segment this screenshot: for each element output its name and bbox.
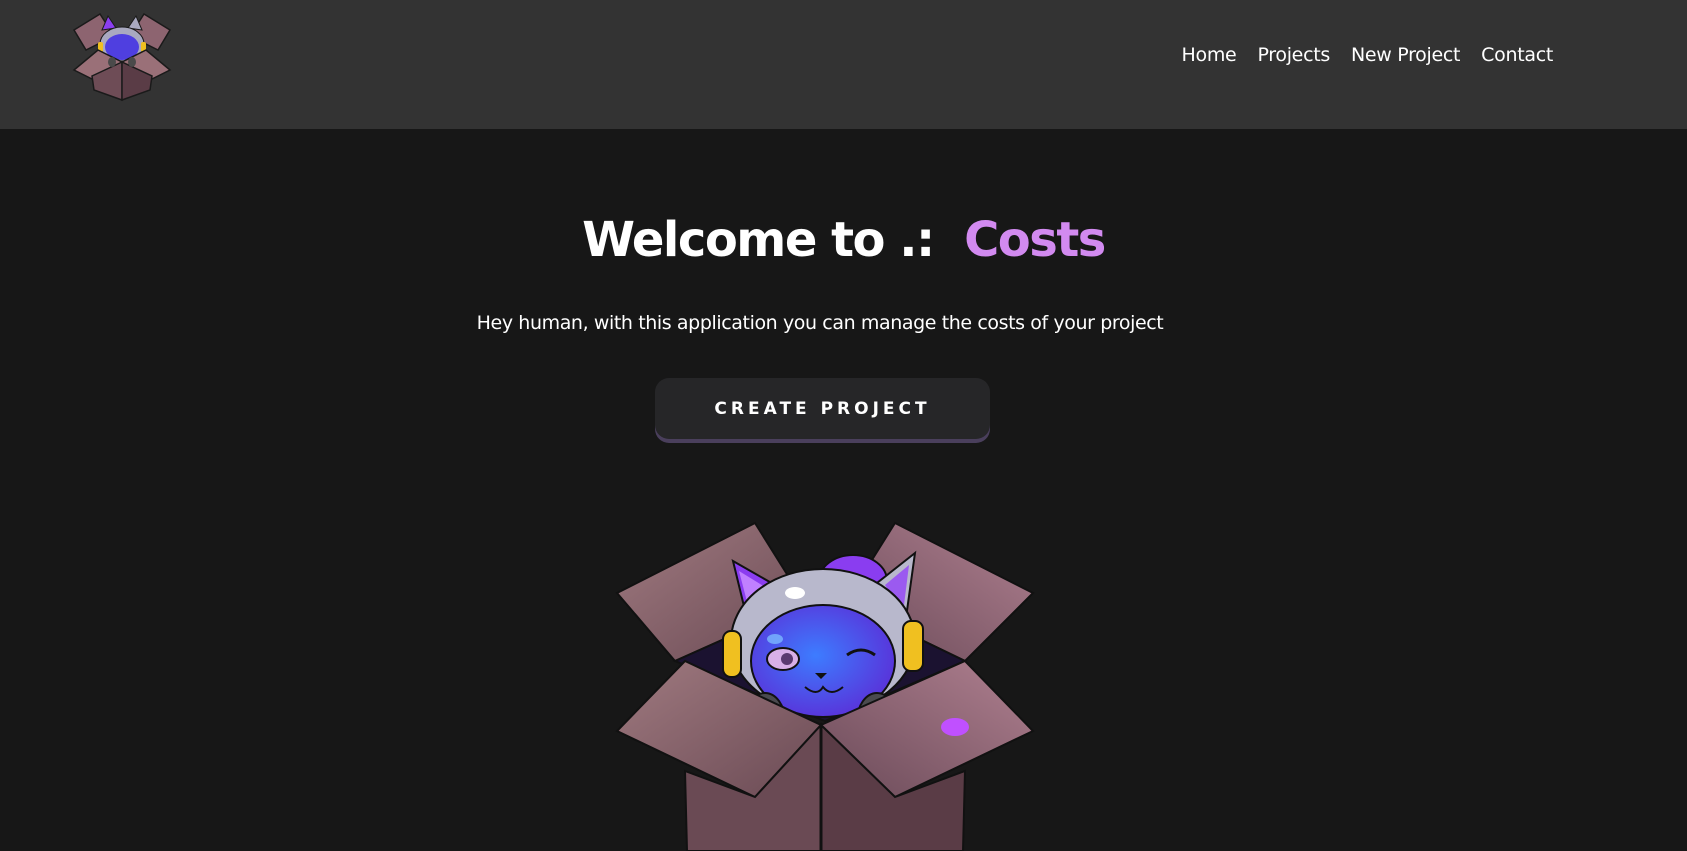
cat-in-box-illustration	[615, 521, 1035, 851]
nav-item-projects: Projects	[1257, 44, 1330, 66]
create-project-button[interactable]: Create Project	[655, 378, 990, 439]
navbar: Home Projects New Project Contact	[0, 0, 1687, 129]
nav-link-home[interactable]: Home	[1182, 44, 1237, 66]
page-title: Welcome to .: Costs	[0, 212, 1687, 268]
nav-item-new-project: New Project	[1351, 44, 1461, 66]
nav-link-projects[interactable]: Projects	[1257, 44, 1330, 66]
nav-item-home: Home	[1182, 44, 1237, 66]
hero-subtitle: Hey human, with this application you can…	[476, 312, 1164, 334]
hero-section: Welcome to .: Costs Hey human, with this…	[0, 129, 1687, 851]
nav-link-contact[interactable]: Contact	[1481, 44, 1553, 66]
cat-box-logo-icon	[72, 12, 172, 102]
title-accent: Costs	[964, 212, 1106, 268]
nav-links: Home Projects New Project Contact	[1182, 44, 1554, 66]
nav-link-new-project[interactable]: New Project	[1351, 44, 1461, 66]
nav-item-contact: Contact	[1481, 44, 1553, 66]
title-prefix: Welcome to .:	[582, 212, 935, 268]
